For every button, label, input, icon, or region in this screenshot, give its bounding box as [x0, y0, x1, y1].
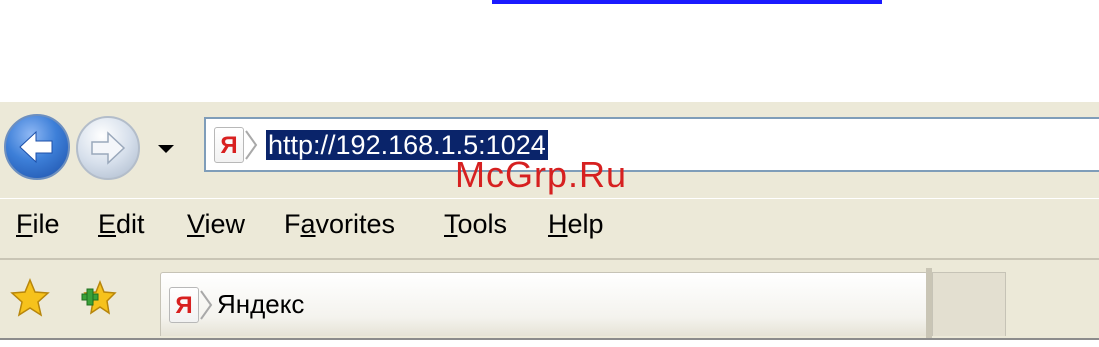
- tab-yandex[interactable]: Я Яндекс: [160, 272, 928, 336]
- back-arrow-icon: [19, 130, 53, 164]
- menu-bar: File Edit View Favorites Tools Help: [0, 198, 1099, 255]
- yandex-favicon-icon: Я: [214, 127, 244, 163]
- menu-help-accel: H: [548, 209, 568, 239]
- back-button[interactable]: [4, 114, 70, 180]
- favorites-bar: Я Яндекс: [0, 258, 1099, 342]
- menu-help[interactable]: Help: [548, 209, 604, 240]
- menu-view[interactable]: View: [187, 209, 245, 240]
- yandex-tab-favicon-icon: Я: [169, 287, 199, 323]
- top-link-underline: [492, 0, 882, 4]
- content-area-edge: [0, 338, 1099, 347]
- browser-window: Я http://192.168.1.5:1024 McGrp.Ru File …: [0, 102, 1099, 347]
- menu-view-accel: V: [187, 209, 205, 239]
- menu-favorites-accel: a: [300, 209, 316, 239]
- address-bar[interactable]: Я http://192.168.1.5:1024: [204, 117, 1099, 172]
- menu-edit-accel: E: [98, 209, 117, 239]
- menu-edit[interactable]: Edit: [98, 209, 145, 240]
- chevron-right-icon: [245, 130, 258, 160]
- menu-tools-accel: T: [444, 209, 458, 239]
- menu-file[interactable]: File: [16, 209, 60, 240]
- watermark: McGrp.Ru: [455, 154, 628, 195]
- tab-label: Яндекс: [217, 289, 305, 319]
- menu-tools[interactable]: Tools: [444, 209, 507, 240]
- menu-favorites[interactable]: Favorites: [284, 209, 395, 240]
- forward-button[interactable]: [76, 116, 140, 180]
- new-tab-button[interactable]: [932, 272, 1006, 336]
- dropdown-arrow-icon[interactable]: [157, 143, 175, 155]
- chevron-right-icon: [200, 290, 213, 320]
- menu-file-accel: F: [16, 209, 33, 239]
- navigation-toolbar: Я http://192.168.1.5:1024 McGrp.Ru: [0, 102, 1099, 195]
- forward-arrow-icon: [91, 131, 126, 165]
- star-icon[interactable]: [10, 278, 50, 318]
- add-favorite-icon[interactable]: [78, 278, 118, 318]
